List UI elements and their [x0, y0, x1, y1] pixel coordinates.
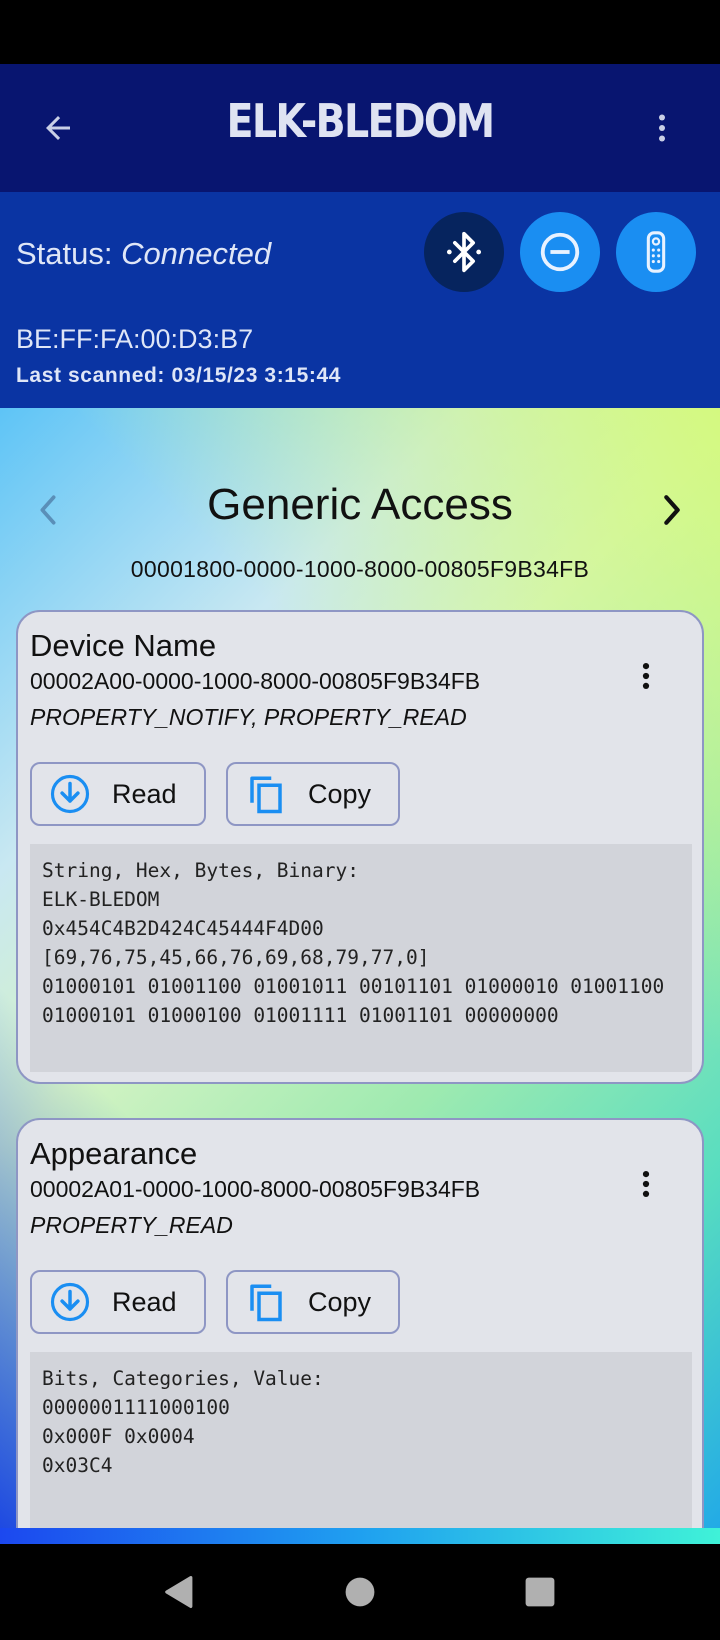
- download-circle-icon: [46, 770, 94, 818]
- nav-home-icon[interactable]: [336, 1568, 384, 1616]
- copy-button[interactable]: Copy: [226, 1270, 400, 1334]
- copy-button[interactable]: Copy: [226, 762, 400, 826]
- remote-icon: [646, 231, 666, 273]
- more-vert-icon[interactable]: [636, 102, 688, 154]
- characteristic-name: Appearance: [30, 1136, 198, 1171]
- service-name: Generic Access: [207, 480, 513, 529]
- characteristic-value: String, Hex, Bytes, Binary: ELK-BLEDOM 0…: [30, 844, 692, 1072]
- remote-button[interactable]: [616, 212, 696, 292]
- characteristic-name: Device Name: [30, 628, 217, 663]
- characteristic-properties: PROPERTY_READ: [30, 1212, 233, 1238]
- disconnect-button[interactable]: [520, 212, 600, 292]
- disconnect-icon: [540, 232, 580, 272]
- page-title: ELK-BLEDOM: [226, 94, 496, 148]
- read-button-label: Read: [112, 778, 177, 809]
- service-uuid: 00001800-0000-1000-8000-00805F9B34FB: [130, 556, 590, 582]
- copy-icon: [242, 1278, 290, 1326]
- status-label: Status:: [16, 236, 113, 271]
- next-service-chevron-icon[interactable]: [654, 488, 690, 532]
- content-bottom-edge: [0, 1528, 720, 1544]
- more-vert-icon[interactable]: [626, 1160, 666, 1208]
- characteristic-value: Bits, Categories, Value: 000000111100010…: [30, 1352, 692, 1544]
- read-button[interactable]: Read: [30, 1270, 206, 1334]
- characteristic-properties: PROPERTY_NOTIFY, PROPERTY_READ: [30, 704, 467, 730]
- read-button-label: Read: [112, 1286, 177, 1317]
- connection-status: Status: Connected: [16, 236, 271, 272]
- copy-button-label: Copy: [308, 778, 372, 809]
- device-panel: Status: Connected BE:FF:FA:00:D3:B7 Last…: [0, 192, 720, 408]
- copy-icon: [242, 770, 290, 818]
- download-circle-icon: [46, 1278, 94, 1326]
- service-content[interactable]: Generic Access 00001800-0000-1000-8000-0…: [0, 408, 720, 1544]
- app-bar: ELK-BLEDOM: [0, 64, 720, 192]
- bluetooth-icon: [446, 231, 482, 273]
- status-value: Connected: [121, 236, 272, 271]
- nav-back-icon[interactable]: [154, 1568, 202, 1616]
- last-scanned: Last scanned: 03/15/23 3:15:44: [16, 364, 342, 387]
- nav-recents-icon[interactable]: [516, 1568, 564, 1616]
- device-mac-address: BE:FF:FA:00:D3:B7: [16, 324, 254, 354]
- characteristic-uuid: 00002A00-0000-1000-8000-00805F9B34FB: [30, 668, 481, 694]
- characteristic-card: Appearance 00002A01-0000-1000-8000-00805…: [16, 1118, 704, 1544]
- bluetooth-button[interactable]: [424, 212, 504, 292]
- read-button[interactable]: Read: [30, 762, 206, 826]
- system-navigation-bar: [0, 1544, 720, 1640]
- more-vert-icon[interactable]: [626, 652, 666, 700]
- characteristic-card: Device Name 00002A00-0000-1000-8000-0080…: [16, 610, 704, 1084]
- system-status-bar: [0, 0, 720, 64]
- characteristic-uuid: 00002A01-0000-1000-8000-00805F9B34FB: [30, 1176, 481, 1202]
- copy-button-label: Copy: [308, 1286, 372, 1317]
